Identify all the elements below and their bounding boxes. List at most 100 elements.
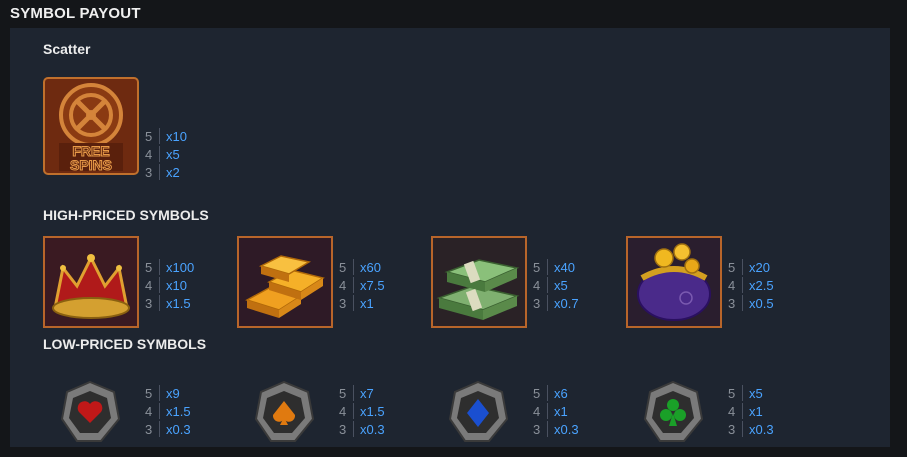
payout-row: 5 x100: [145, 258, 194, 276]
low-priced-title: LOW-PRICED SYMBOLS: [43, 336, 207, 352]
payout-value: x10: [166, 128, 187, 144]
payout-row: 3 x0.3: [145, 420, 191, 438]
crown-payouts: 5 x100 4 x10 3 x1.5: [145, 258, 194, 312]
payout-value: x5: [749, 385, 763, 401]
payout-value: x0.5: [749, 295, 774, 311]
payout-row: 4 x5: [145, 145, 187, 163]
payout-count: 3: [533, 421, 541, 437]
payout-value: x1: [360, 295, 374, 311]
gold-bars-icon: [237, 236, 333, 328]
high-symbol-crown: 5 x100 4 x10 3 x1.5: [43, 236, 243, 332]
payout-row: 5 x5: [728, 384, 774, 402]
page-title: SYMBOL PAYOUT: [10, 5, 141, 22]
symbol-payout-panel: Scatter FREE SPINS 5 x10 4 x5 3 x2 HIGH-PRI…: [10, 28, 890, 447]
payout-count: 5: [533, 259, 541, 275]
payout-row: 5 x20: [728, 258, 774, 276]
payout-value: x9: [166, 385, 180, 401]
high-priced-title: HIGH-PRICED SYMBOLS: [43, 207, 209, 223]
payout-value: x60: [360, 259, 381, 275]
payout-value: x0.3: [360, 421, 385, 437]
crown-icon: [43, 236, 139, 328]
payout-count: 4: [145, 277, 153, 293]
payout-count: 5: [339, 259, 347, 275]
cash-stacks-icon: [431, 236, 527, 328]
spade-gem-icon: [253, 379, 315, 445]
payout-value: x5: [166, 146, 180, 162]
scatter-payouts: 5 x10 4 x5 3 x2: [145, 127, 187, 181]
payout-row: 3 x2: [145, 163, 187, 181]
payout-count: 3: [339, 295, 347, 311]
payout-count: 5: [145, 259, 153, 275]
payout-count: 5: [728, 385, 736, 401]
payout-row: 5 x7: [339, 384, 385, 402]
payout-count: 5: [339, 385, 347, 401]
low-symbol-heart: 5 x9 4 x1.5 3 x0.3: [43, 379, 243, 449]
scatter-title: Scatter: [43, 41, 91, 57]
payout-value: x6: [554, 385, 568, 401]
payout-row: 3 x1.5: [145, 294, 194, 312]
payout-value: x0.3: [166, 421, 191, 437]
club-payouts: 5 x5 4 x1 3 x0.3: [728, 384, 774, 438]
payout-row: 4 x7.5: [339, 276, 385, 294]
low-symbol-diamond: 5 x6 4 x1 3 x0.3: [431, 379, 631, 449]
payout-value: x2.5: [749, 277, 774, 293]
payout-row: 4 x1: [533, 402, 579, 420]
free-spins-text-line2: SPINS: [70, 157, 112, 173]
payout-value: x1.5: [166, 403, 191, 419]
low-symbol-club: 5 x5 4 x1 3 x0.3: [626, 379, 826, 449]
payout-row: 3 x0.3: [533, 420, 579, 438]
payout-count: 4: [339, 277, 347, 293]
payout-count: 4: [145, 146, 153, 162]
payout-row: 5 x9: [145, 384, 191, 402]
payout-value: x5: [554, 277, 568, 293]
payout-row: 3 x1: [339, 294, 385, 312]
payout-value: x7: [360, 385, 374, 401]
payout-row: 5 x40: [533, 258, 579, 276]
payout-row: 3 x0.3: [728, 420, 774, 438]
high-symbol-gold-bars: 5 x60 4 x7.5 3 x1: [237, 236, 437, 332]
high-symbol-cash-stacks: 5 x40 4 x5 3 x0.7: [431, 236, 631, 332]
payout-value: x1: [554, 403, 568, 419]
payout-count: 5: [728, 259, 736, 275]
payout-row: 4 x1: [728, 402, 774, 420]
payout-count: 5: [533, 385, 541, 401]
payout-value: x0.3: [554, 421, 579, 437]
payout-count: 3: [145, 421, 153, 437]
payout-row: 4 x2.5: [728, 276, 774, 294]
payout-row: 3 x0.7: [533, 294, 579, 312]
diamond-gem-icon: [447, 379, 509, 445]
payout-row: 4 x10: [145, 276, 194, 294]
payout-count: 3: [145, 164, 153, 180]
heart-payouts: 5 x9 4 x1.5 3 x0.3: [145, 384, 191, 438]
payout-value: x10: [166, 277, 187, 293]
payout-count: 4: [728, 403, 736, 419]
payout-row: 3 x0.5: [728, 294, 774, 312]
payout-count: 3: [728, 295, 736, 311]
payout-count: 4: [728, 277, 736, 293]
payout-value: x7.5: [360, 277, 385, 293]
payout-value: x2: [166, 164, 180, 180]
payout-count: 3: [145, 295, 153, 311]
payout-row: 4 x1.5: [339, 402, 385, 420]
payout-count: 5: [145, 128, 153, 144]
payout-count: 3: [728, 421, 736, 437]
payout-value: x1.5: [360, 403, 385, 419]
gold-bars-payouts: 5 x60 4 x7.5 3 x1: [339, 258, 385, 312]
spade-payouts: 5 x7 4 x1.5 3 x0.3: [339, 384, 385, 438]
payout-value: x100: [166, 259, 195, 275]
free-spins-icon: FREE SPINS: [43, 77, 139, 175]
low-symbol-spade: 5 x7 4 x1.5 3 x0.3: [237, 379, 437, 449]
payout-count: 3: [533, 295, 541, 311]
payout-row: 5 x60: [339, 258, 385, 276]
payout-value: x0.7: [554, 295, 579, 311]
payout-count: 4: [339, 403, 347, 419]
diamond-payouts: 5 x6 4 x1 3 x0.3: [533, 384, 579, 438]
payout-count: 4: [533, 403, 541, 419]
payout-row: 5 x6: [533, 384, 579, 402]
payout-row: 4 x5: [533, 276, 579, 294]
coin-purse-payouts: 5 x20 4 x2.5 3 x0.5: [728, 258, 774, 312]
payout-value: x40: [554, 259, 575, 275]
payout-count: 4: [145, 403, 153, 419]
cash-stacks-payouts: 5 x40 4 x5 3 x0.7: [533, 258, 579, 312]
payout-row: 3 x0.3: [339, 420, 385, 438]
